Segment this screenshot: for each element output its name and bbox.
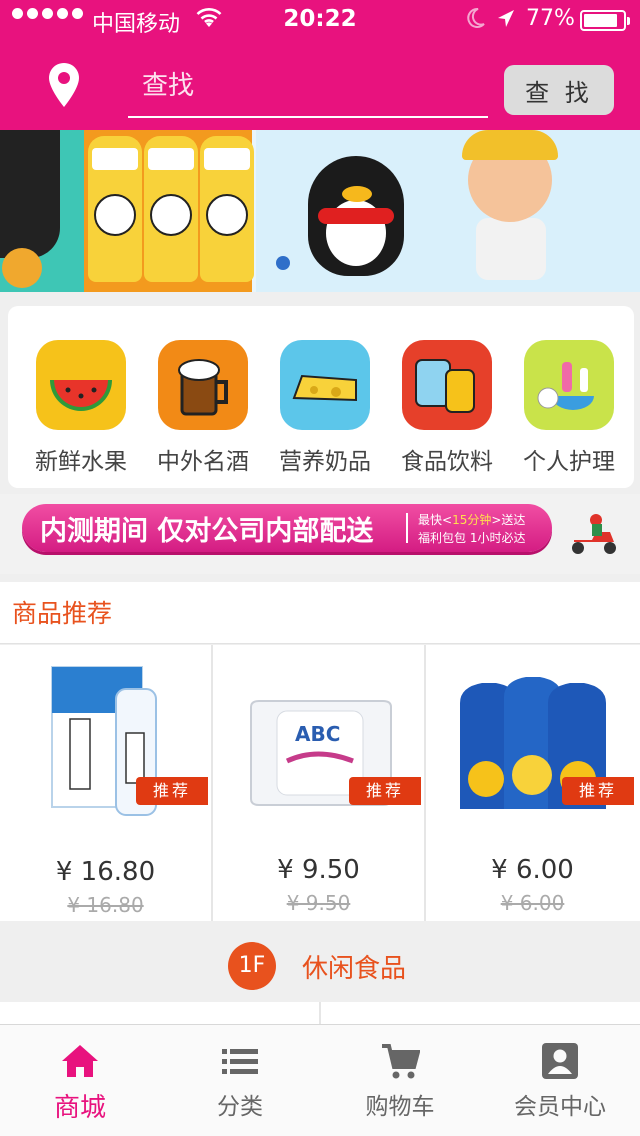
tab-label: 分类 xyxy=(217,1094,263,1120)
promo-subtext-2: 福利包包 1小时必达 xyxy=(418,531,526,545)
category-label: 食品饮料 xyxy=(401,449,493,475)
product-original-price: ¥ 6.00 xyxy=(500,891,565,915)
tab-cart[interactable]: 购物车 xyxy=(320,1025,480,1136)
promo-banner-carousel[interactable] xyxy=(0,130,640,292)
svg-text:ABC: ABC xyxy=(295,722,340,746)
cart-icon xyxy=(382,1044,420,1079)
toiletries-icon xyxy=(524,340,614,430)
category-panel: 新鲜水果 中外名酒 营养奶品 食品饮料 个人护理 xyxy=(8,306,634,488)
location-arrow-icon xyxy=(498,10,514,27)
tab-home[interactable]: 商城 xyxy=(0,1025,160,1136)
category-label: 营养奶品 xyxy=(279,449,371,475)
product-card[interactable]: 推荐 ¥ 6.00 ¥ 6.00 xyxy=(426,645,639,921)
watermelon-icon xyxy=(36,340,126,430)
category-item-dairy[interactable]: 营养奶品 xyxy=(270,340,380,480)
recommend-title: 商品推荐 xyxy=(12,599,113,628)
tab-label: 会员中心 xyxy=(514,1094,606,1120)
product-price: ¥ 16.80 xyxy=(55,857,156,887)
tab-member[interactable]: 会员中心 xyxy=(480,1025,640,1136)
banner-slide-mascots xyxy=(256,130,640,292)
banner-slide-chips xyxy=(0,130,84,292)
product-price: ¥ 9.50 xyxy=(277,855,360,885)
category-item-personal-care[interactable]: 个人护理 xyxy=(514,340,624,480)
recommend-badge: 推荐 xyxy=(562,777,634,805)
product-card[interactable]: 推荐 ¥ 16.80 ¥ 16.80 xyxy=(0,645,213,921)
do-not-disturb-icon xyxy=(467,7,485,28)
banner-slide-bottles xyxy=(84,130,254,292)
recommend-products: 推荐 ¥ 16.80 ¥ 16.80 ABC 推荐 ¥ 9.50 ¥ 9.50 … xyxy=(0,645,640,921)
boy-mascot xyxy=(456,130,568,280)
category-item-fruit[interactable]: 新鲜水果 xyxy=(26,340,136,480)
snacks-icon xyxy=(402,340,492,430)
beer-icon xyxy=(158,340,248,430)
tab-label: 商城 xyxy=(53,1093,106,1123)
battery-percent: 77% xyxy=(526,6,575,31)
delivery-promo[interactable]: 内测期间 仅对公司内部配送 最快<15分钟>送达 福利包包 1小时必达 xyxy=(0,494,640,574)
list-icon xyxy=(222,1049,258,1074)
header-bar: 中国移动 20:22 77% 查找 查 找 xyxy=(0,0,640,130)
location-pin-icon[interactable] xyxy=(48,62,80,108)
battery-icon xyxy=(580,10,630,31)
penguin-mascot xyxy=(308,156,404,276)
promo-pill: 内测期间 仅对公司内部配送 最快<15分钟>送达 福利包包 1小时必达 xyxy=(22,504,552,552)
product-original-price: ¥ 16.80 xyxy=(67,893,144,917)
member-icon xyxy=(542,1043,578,1079)
recommend-badge: 推荐 xyxy=(349,777,421,805)
tab-category[interactable]: 分类 xyxy=(160,1025,320,1136)
category-label: 个人护理 xyxy=(523,449,615,475)
search-input[interactable] xyxy=(142,64,472,108)
search-button[interactable]: 查 找 xyxy=(504,65,614,115)
product-card[interactable]: ABC 推荐 ¥ 9.50 ¥ 9.50 xyxy=(213,645,426,921)
product-original-price: ¥ 9.50 xyxy=(286,891,351,915)
home-icon xyxy=(62,1045,98,1077)
cheese-icon xyxy=(280,340,370,430)
floor-title: 休闲食品 xyxy=(302,954,407,984)
tab-label: 购物车 xyxy=(365,1094,435,1120)
floor-header: 1F 休闲食品 xyxy=(0,922,640,1002)
promo-subtext-1: 最快<15分钟>送达 xyxy=(418,513,526,527)
bottom-tab-bar: 商城 分类 购物车 会员中心 xyxy=(0,1024,640,1136)
floor-badge: 1F xyxy=(228,942,276,990)
app-screen: 中国移动 20:22 77% 查找 查 找 新鲜水果 中外名酒 营养奶品 食品饮… xyxy=(0,0,640,1136)
recommend-header: 商品推荐 xyxy=(0,582,640,644)
status-bar: 中国移动 20:22 77% xyxy=(0,0,640,40)
delivery-scooter-icon xyxy=(572,514,616,554)
promo-main-text: 内测期间 仅对公司内部配送 xyxy=(40,516,374,547)
search-field-wrapper xyxy=(128,58,488,118)
category-label: 新鲜水果 xyxy=(35,449,127,475)
product-price: ¥ 6.00 xyxy=(491,855,574,885)
carousel-indicator-dot[interactable] xyxy=(276,256,290,270)
category-item-food-drinks[interactable]: 食品饮料 xyxy=(392,340,502,480)
category-label: 中外名酒 xyxy=(157,449,249,475)
recommend-badge: 推荐 xyxy=(136,777,208,805)
category-item-liquor[interactable]: 中外名酒 xyxy=(148,340,258,480)
